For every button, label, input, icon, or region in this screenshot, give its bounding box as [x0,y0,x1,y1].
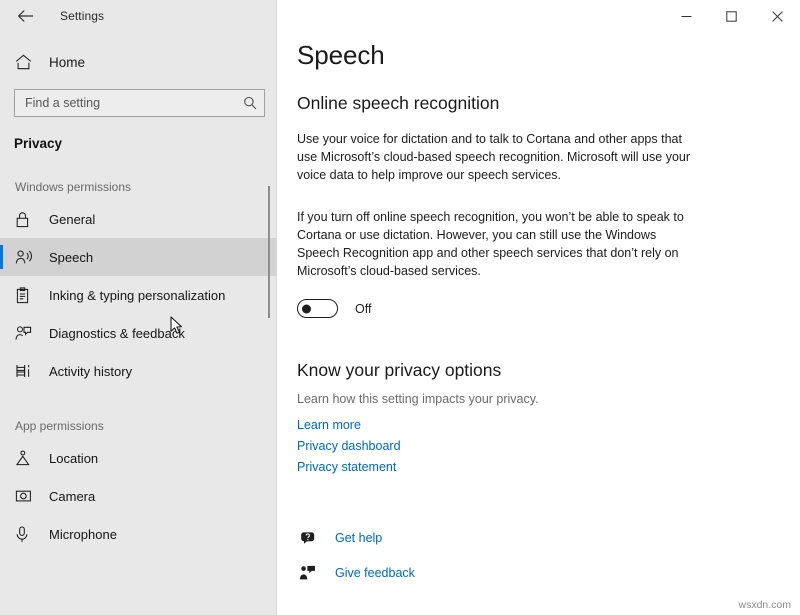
link-privacy-statement[interactable]: Privacy statement [297,460,800,474]
sidebar-item-home-label: Home [49,55,85,70]
link-give-feedback[interactable]: Give feedback [335,566,415,580]
sidebar-item-inking-typing-personalization-label: Inking & typing personalization [49,288,225,303]
sidebar-group-label-app-permissions: App permissions [0,419,277,433]
sidebar-item-diagnostics-feedback[interactable]: Diagnostics & feedback [0,314,277,352]
paragraph-turn-off-warning: If you turn off online speech recognitio… [297,208,695,280]
search-input[interactable] [25,96,243,110]
speech-person-icon [15,249,37,266]
give-feedback-row[interactable]: Give feedback [297,559,800,587]
sidebar-item-microphone[interactable]: Microphone [0,515,277,553]
question-bubble-icon [297,531,317,546]
maximize-button[interactable] [709,0,754,32]
activity-history-icon [15,363,37,379]
titlebar-left: Settings [0,0,277,32]
settings-window: Settings Home Privacy Windows permiss [0,0,800,615]
search-icon[interactable] [243,96,257,110]
home-icon [15,54,37,70]
online-speech-recognition-toggle[interactable] [297,299,338,318]
toggle-state-label: Off [355,302,371,316]
microphone-icon [15,526,37,543]
sidebar-item-general[interactable]: General [0,200,277,238]
link-learn-more[interactable]: Learn more [297,418,800,432]
search-box[interactable] [14,89,265,117]
get-help-row[interactable]: Get help [297,524,800,552]
sidebar-item-home[interactable]: Home [0,45,277,79]
app-title: Settings [60,9,104,23]
sidebar-item-microphone-label: Microphone [49,527,117,542]
camera-icon [15,489,37,503]
sidebar-item-location-label: Location [49,451,98,466]
page-title: Speech [297,40,800,71]
window-controls [664,0,800,32]
sidebar-item-speech[interactable]: Speech [0,238,277,276]
sidebar-group-label-windows-permissions: Windows permissions [0,180,277,194]
feedback-person-icon [297,565,317,581]
sidebar-item-camera[interactable]: Camera [0,477,277,515]
sidebar-item-speech-label: Speech [49,250,93,265]
privacy-options-description: Learn how this setting impacts your priv… [297,392,800,406]
sidebar-item-general-label: General [49,212,95,227]
sidebar-item-diagnostics-feedback-label: Diagnostics & feedback [49,326,185,341]
help-section: Get help Give feedback [297,524,800,587]
link-get-help[interactable]: Get help [335,531,382,545]
paragraph-online-speech-description: Use your voice for dictation and to talk… [297,130,695,184]
sidebar-item-location[interactable]: Location [0,439,277,477]
person-feedback-icon [15,325,37,342]
sidebar-item-activity-history[interactable]: Activity history [0,352,277,390]
sidebar-item-inking-typing-personalization[interactable]: Inking & typing personalization [0,276,277,314]
section-title-online-speech-recognition: Online speech recognition [297,93,800,114]
close-button[interactable] [754,0,800,32]
lock-icon [15,211,37,228]
online-speech-toggle-row: Off [297,299,800,318]
link-privacy-dashboard[interactable]: Privacy dashboard [297,439,800,453]
section-title-privacy-options: Know your privacy options [297,360,800,381]
sidebar-item-activity-history-label: Activity history [49,364,132,379]
watermark: wsxdn.com [738,599,791,611]
sidebar-category-title: Privacy [0,136,277,151]
sidebar-item-camera-label: Camera [49,489,95,504]
minimize-button[interactable] [664,0,709,32]
sidebar: Settings Home Privacy Windows permiss [0,0,277,615]
main-content: Speech Online speech recognition Use you… [277,0,800,615]
sidebar-scrollbar-thumb[interactable] [268,186,270,318]
clipboard-icon [15,287,37,304]
location-pin-icon [15,450,37,467]
back-arrow-icon[interactable] [14,5,36,27]
toggle-knob [302,304,311,313]
sidebar-scrollbar[interactable] [264,150,274,605]
